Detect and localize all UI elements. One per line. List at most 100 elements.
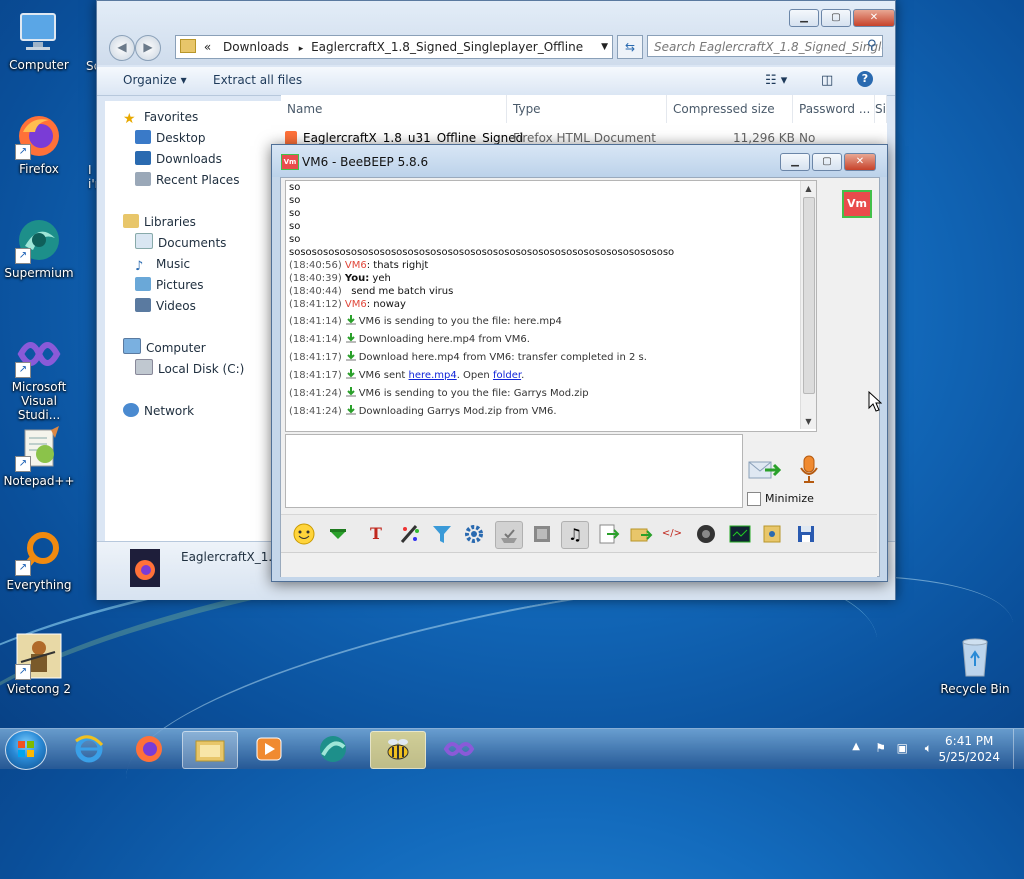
nav-recent-places[interactable]: Recent Places bbox=[135, 170, 239, 190]
save-icon[interactable] bbox=[793, 521, 819, 547]
taskbar-supermium[interactable] bbox=[306, 731, 360, 767]
send-file-icon[interactable] bbox=[595, 521, 621, 547]
desktop-icon-firefox[interactable]: ↗ Firefox bbox=[0, 112, 78, 176]
beebeep-title-bar[interactable]: Vm VM6 - BeeBEEP 5.8.6 ▁ ▢ ✕ bbox=[272, 145, 887, 177]
chat-log[interactable]: so so so so so sosososososososososososos… bbox=[285, 180, 817, 432]
refresh-button[interactable]: ⇆ bbox=[617, 35, 643, 59]
nav-favorites[interactable]: ★ Favorites bbox=[123, 107, 198, 127]
color-picker-icon[interactable] bbox=[397, 521, 423, 547]
network-status-icon[interactable]: ▣ bbox=[897, 741, 908, 755]
view-options-icon[interactable]: ☷ ▾ bbox=[765, 73, 787, 88]
minimize-button[interactable]: ▁ bbox=[780, 153, 810, 171]
maximize-button[interactable]: ▢ bbox=[821, 9, 851, 27]
breadcrumb-current[interactable]: EaglercraftX_1.8_Signed_Singleplayer_Off… bbox=[311, 40, 583, 54]
nav-documents[interactable]: Documents bbox=[135, 233, 226, 253]
desktop-icon-computer[interactable]: Computer bbox=[0, 8, 78, 72]
nav-downloads[interactable]: Downloads bbox=[135, 149, 222, 169]
flag-icon[interactable]: ⚑ bbox=[875, 741, 886, 755]
visual-studio-icon: ↗ bbox=[15, 330, 63, 378]
taskbar-beebeep[interactable] bbox=[370, 731, 426, 769]
emoticon-icon[interactable] bbox=[291, 521, 317, 547]
close-button[interactable]: ✕ bbox=[844, 153, 876, 171]
desktop-icon-notepadpp[interactable]: ↗ Notepad++ bbox=[0, 424, 78, 488]
volume-muted-icon[interactable]: 🔈︎ bbox=[925, 741, 932, 756]
message-input[interactable] bbox=[285, 434, 743, 508]
chevron-down-icon[interactable]: ▼ bbox=[601, 36, 608, 58]
scroll-up-arrow-icon[interactable]: ▲ bbox=[801, 181, 816, 196]
beebeep-window[interactable]: Vm VM6 - BeeBEEP 5.8.6 ▁ ▢ ✕ so so so so… bbox=[271, 144, 888, 582]
nav-local-disk[interactable]: Local Disk (C:) bbox=[135, 359, 244, 379]
terminal-icon[interactable] bbox=[727, 521, 753, 547]
address-bar[interactable]: « Downloads ▸ EaglercraftX_1.8_Signed_Si… bbox=[175, 35, 613, 59]
nav-music[interactable]: ♪ Music bbox=[135, 254, 190, 274]
search-input[interactable]: Search EaglercraftX_1.8_Signed_Single... bbox=[647, 35, 883, 57]
chat-scrollbar[interactable]: ▲ ▼ bbox=[800, 181, 816, 429]
scroll-thumb[interactable] bbox=[803, 197, 815, 394]
nav-desktop[interactable]: Desktop bbox=[135, 128, 206, 148]
maximize-button[interactable]: ▢ bbox=[812, 153, 842, 171]
window-controls: ▁ ▢ ✕ bbox=[780, 153, 876, 171]
organize-button[interactable]: Organize ▾ bbox=[123, 73, 187, 87]
taskbar-visual-studio[interactable] bbox=[432, 731, 486, 767]
settings-gear-icon[interactable] bbox=[461, 521, 487, 547]
taskbar-internet-explorer[interactable] bbox=[62, 731, 116, 767]
microphone-icon[interactable] bbox=[797, 454, 821, 484]
show-hidden-icons-icon[interactable]: ▲ bbox=[852, 741, 860, 752]
help-icon[interactable]: ? bbox=[857, 71, 873, 87]
column-header-name[interactable]: Name bbox=[281, 95, 507, 123]
vote-icon[interactable] bbox=[495, 521, 523, 549]
desktop-icon-vietcong[interactable]: ↗ Vietcong 2 bbox=[0, 632, 78, 696]
send-folder-icon[interactable] bbox=[627, 521, 653, 547]
back-button[interactable]: ◀ bbox=[109, 35, 135, 61]
download-arrow-icon bbox=[345, 351, 356, 361]
screenshot-icon[interactable] bbox=[693, 521, 719, 547]
folder-icon bbox=[180, 39, 196, 53]
send-message-icon[interactable] bbox=[747, 456, 782, 484]
taskbar-media-player[interactable] bbox=[242, 731, 296, 767]
download-arrow-icon bbox=[345, 369, 356, 379]
nav-network[interactable]: Network bbox=[123, 401, 194, 421]
column-header-password[interactable]: Password ... bbox=[793, 95, 875, 123]
nav-videos[interactable]: Videos bbox=[135, 296, 196, 316]
download-arrow-icon bbox=[345, 333, 356, 343]
taskbar-file-explorer[interactable] bbox=[182, 731, 238, 769]
filter-icon[interactable] bbox=[429, 521, 455, 547]
nav-pictures[interactable]: Pictures bbox=[135, 275, 204, 295]
minimize-checkbox[interactable] bbox=[747, 492, 761, 506]
photo-icon[interactable] bbox=[529, 521, 555, 547]
breadcrumb-overflow[interactable]: « bbox=[204, 40, 211, 54]
chat-settings-icon[interactable] bbox=[759, 521, 785, 547]
forward-button[interactable]: ▶ bbox=[135, 35, 161, 61]
breadcrumb-downloads[interactable]: Downloads bbox=[223, 40, 289, 54]
music-note-icon[interactable]: ♫ bbox=[561, 521, 589, 549]
font-style-icon[interactable]: T bbox=[363, 521, 389, 547]
preview-pane-icon[interactable]: ◫ bbox=[821, 73, 833, 88]
minimize-button[interactable]: ▁ bbox=[789, 9, 819, 27]
column-header-type[interactable]: Type bbox=[507, 95, 667, 123]
clock-time: 6:41 PM bbox=[945, 734, 994, 748]
file-link-here-mp4[interactable]: here.mp4 bbox=[409, 370, 457, 381]
close-button[interactable]: ✕ bbox=[853, 9, 895, 27]
scroll-down-arrow-icon[interactable]: ▼ bbox=[801, 414, 816, 429]
column-header-size[interactable]: Si bbox=[875, 95, 887, 123]
nav-computer[interactable]: Computer bbox=[123, 338, 206, 358]
desktop-icon-visual-studio[interactable]: ↗ Microsoft Visual Studi... bbox=[0, 330, 78, 422]
buzz-icon[interactable] bbox=[325, 521, 351, 547]
breadcrumb-separator[interactable]: ▸ bbox=[299, 44, 304, 54]
start-button[interactable] bbox=[5, 730, 47, 770]
desktop-icon-supermium[interactable]: ↗ Supermium bbox=[0, 216, 78, 280]
taskbar-firefox[interactable] bbox=[122, 731, 176, 767]
column-header-compressed-size[interactable]: Compressed size bbox=[667, 95, 793, 123]
extract-all-button[interactable]: Extract all files bbox=[213, 73, 302, 87]
user-avatar[interactable]: Vm bbox=[842, 190, 872, 218]
show-desktop-button[interactable] bbox=[1013, 729, 1024, 769]
nav-libraries[interactable]: Libraries bbox=[123, 212, 196, 232]
desktop-icon-recycle-bin[interactable]: Recycle Bin bbox=[936, 632, 1014, 696]
desktop-icon-everything[interactable]: ↗ Everything bbox=[0, 528, 78, 592]
html-code-icon[interactable]: </> bbox=[659, 521, 685, 547]
system-clock[interactable]: 6:41 PM 5/25/2024 bbox=[938, 733, 1000, 765]
shortcut-arrow-icon: ↗ bbox=[15, 664, 31, 680]
open-folder-link[interactable]: folder bbox=[493, 370, 521, 381]
explorer-title-bar[interactable]: ▁ ▢ ✕ ◀ ▶ « Downloads ▸ EaglercraftX_1.8… bbox=[97, 1, 895, 65]
chat-message: (18:40:44) send me batch virus bbox=[289, 286, 454, 297]
